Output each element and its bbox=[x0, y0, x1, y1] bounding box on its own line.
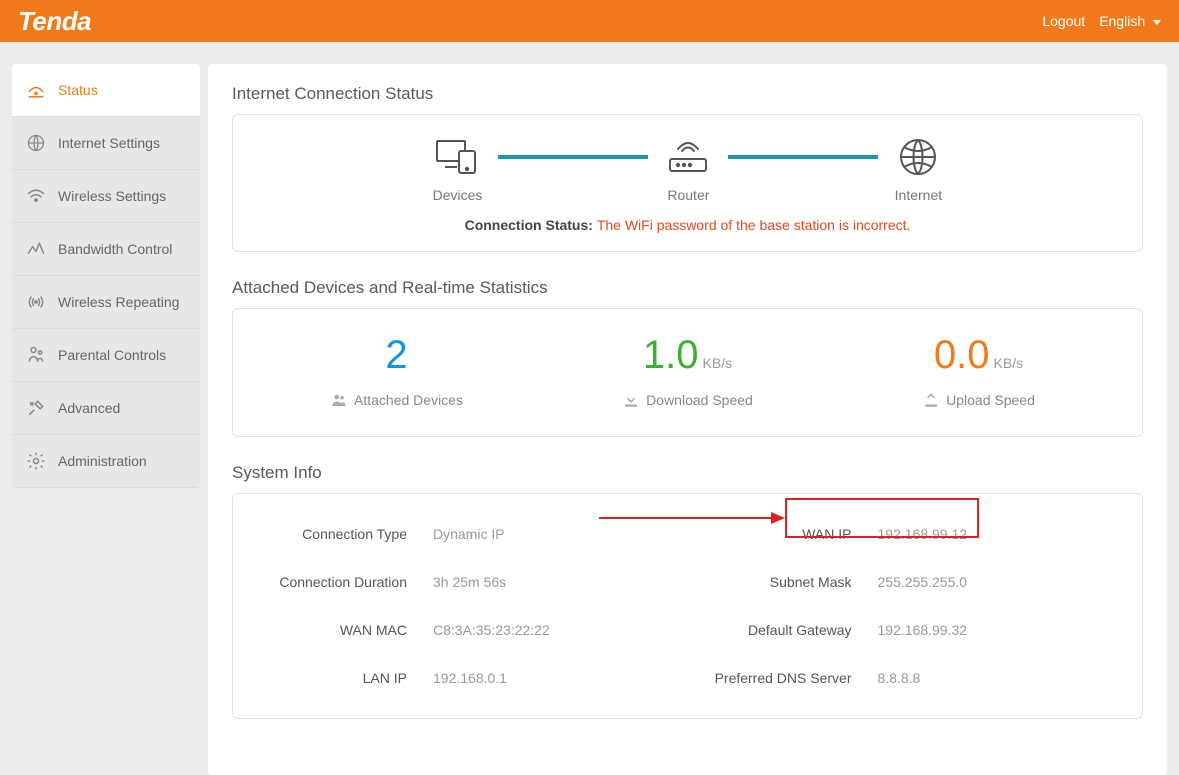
info-pair-connection-type: Connection Type Dynamic IP bbox=[243, 510, 688, 558]
section-title-stats: Attached Devices and Real-time Statistic… bbox=[232, 278, 1143, 298]
stat-up-unit: KB/s bbox=[994, 355, 1024, 371]
sidebar-item-label: Status bbox=[58, 82, 98, 98]
info-value: 192.168.99.32 bbox=[878, 622, 968, 638]
sidebar-item-wireless-repeating[interactable]: Wireless Repeating bbox=[12, 276, 200, 329]
bandwidth-icon bbox=[26, 239, 46, 259]
info-value: Dynamic IP bbox=[433, 526, 505, 542]
info-label: Subnet Mask bbox=[688, 574, 878, 590]
stat-download-speed: 1.0KB/s Download Speed bbox=[542, 335, 833, 414]
sidebar-item-label: Bandwidth Control bbox=[58, 241, 172, 257]
content-wrap: Status Internet Settings Wireless Settin… bbox=[0, 42, 1179, 775]
info-label: WAN MAC bbox=[243, 622, 433, 638]
stat-attached-label: Attached Devices bbox=[354, 392, 463, 408]
section-title-connection: Internet Connection Status bbox=[232, 84, 1143, 104]
info-value: 192.168.0.1 bbox=[433, 670, 507, 686]
diagram-node-router: Router bbox=[664, 137, 712, 203]
connection-diagram: Devices Router Internet bbox=[251, 137, 1124, 203]
stat-up-label: Upload Speed bbox=[946, 392, 1035, 408]
stat-attached-devices[interactable]: 2 Attached Devices bbox=[251, 335, 542, 414]
sidebar-item-internet-settings[interactable]: Internet Settings bbox=[12, 117, 200, 170]
top-bar: Tenda Logout English bbox=[0, 0, 1179, 42]
info-row: Connection Duration 3h 25m 56s Subnet Ma… bbox=[243, 558, 1132, 606]
info-value: 255.255.255.0 bbox=[878, 574, 968, 590]
panel-connection-status: Devices Router Internet bbox=[232, 114, 1143, 252]
sidebar-item-label: Parental Controls bbox=[58, 347, 166, 363]
sidebar-item-label: Internet Settings bbox=[58, 135, 160, 151]
internet-globe-icon bbox=[894, 137, 942, 177]
logout-link[interactable]: Logout bbox=[1042, 13, 1085, 29]
info-row: LAN IP 192.168.0.1 Preferred DNS Server … bbox=[243, 654, 1132, 702]
info-pair-connection-duration: Connection Duration 3h 25m 56s bbox=[243, 558, 688, 606]
info-value: 8.8.8.8 bbox=[878, 670, 921, 686]
info-value: 3h 25m 56s bbox=[433, 574, 506, 590]
gear-icon bbox=[26, 451, 46, 471]
main-content: Internet Connection Status Devices R bbox=[208, 64, 1167, 775]
stat-down-unit: KB/s bbox=[703, 355, 733, 371]
info-pair-preferred-dns: Preferred DNS Server 8.8.8.8 bbox=[688, 654, 1133, 702]
diagram-node-internet: Internet bbox=[894, 137, 942, 203]
stat-down-value: 1.0 bbox=[643, 333, 699, 377]
brand-logo: Tenda bbox=[18, 6, 91, 37]
stat-up-value: 0.0 bbox=[934, 333, 990, 377]
language-selector[interactable]: English bbox=[1099, 13, 1161, 29]
caret-down-icon bbox=[1153, 20, 1161, 25]
diagram-node-devices: Devices bbox=[433, 137, 483, 203]
router-icon bbox=[664, 137, 712, 177]
connection-status-text: Connection Status: The WiFi password of … bbox=[251, 217, 1124, 233]
parental-icon bbox=[26, 345, 46, 365]
section-title-sysinfo: System Info bbox=[232, 463, 1143, 483]
info-pair-subnet-mask: Subnet Mask 255.255.255.0 bbox=[688, 558, 1133, 606]
info-row: WAN MAC C8:3A:35:23:22:22 Default Gatewa… bbox=[243, 606, 1132, 654]
info-value: C8:3A:35:23:22:22 bbox=[433, 622, 550, 638]
info-label: WAN IP bbox=[688, 526, 878, 542]
info-label: Connection Type bbox=[243, 526, 433, 542]
info-pair-wan-ip: WAN IP 192.168.99.12 bbox=[688, 510, 1133, 558]
sidebar-item-advanced[interactable]: Advanced bbox=[12, 382, 200, 435]
info-label: Connection Duration bbox=[243, 574, 433, 590]
stat-attached-value: 2 bbox=[385, 333, 407, 377]
connection-status-error: The WiFi password of the base station is… bbox=[597, 217, 911, 233]
sidebar-item-administration[interactable]: Administration bbox=[12, 435, 200, 488]
diagram-label-devices: Devices bbox=[433, 187, 483, 203]
diagram-label-router: Router bbox=[667, 187, 709, 203]
sidebar: Status Internet Settings Wireless Settin… bbox=[12, 64, 200, 488]
info-label: LAN IP bbox=[243, 670, 433, 686]
language-label: English bbox=[1099, 13, 1145, 29]
sidebar-item-label: Wireless Settings bbox=[58, 188, 166, 204]
devices-icon bbox=[433, 137, 481, 177]
info-label: Default Gateway bbox=[688, 622, 878, 638]
sidebar-item-bandwidth-control[interactable]: Bandwidth Control bbox=[12, 223, 200, 276]
sidebar-item-label: Administration bbox=[58, 453, 147, 469]
status-icon bbox=[26, 80, 46, 100]
sidebar-item-parental-controls[interactable]: Parental Controls bbox=[12, 329, 200, 382]
wifi-icon bbox=[26, 186, 46, 206]
diagram-link-1 bbox=[498, 155, 648, 159]
globe-icon bbox=[26, 133, 46, 153]
sidebar-item-wireless-settings[interactable]: Wireless Settings bbox=[12, 170, 200, 223]
panel-system-info: Connection Type Dynamic IP WAN IP 192.16… bbox=[232, 493, 1143, 719]
stat-down-label: Download Speed bbox=[646, 392, 753, 408]
info-pair-wan-mac: WAN MAC C8:3A:35:23:22:22 bbox=[243, 606, 688, 654]
panel-stats: 2 Attached Devices 1.0KB/s Download Spee… bbox=[232, 308, 1143, 437]
info-pair-lan-ip: LAN IP 192.168.0.1 bbox=[243, 654, 688, 702]
info-pair-default-gateway: Default Gateway 192.168.99.32 bbox=[688, 606, 1133, 654]
connection-status-prefix: Connection Status: bbox=[465, 217, 597, 233]
diagram-label-internet: Internet bbox=[895, 187, 942, 203]
info-row: Connection Type Dynamic IP WAN IP 192.16… bbox=[243, 510, 1132, 558]
sidebar-item-label: Advanced bbox=[58, 400, 120, 416]
info-label: Preferred DNS Server bbox=[688, 670, 878, 686]
tools-icon bbox=[26, 398, 46, 418]
sidebar-item-label: Wireless Repeating bbox=[58, 294, 179, 310]
sidebar-item-status[interactable]: Status bbox=[12, 64, 200, 117]
stats-row: 2 Attached Devices 1.0KB/s Download Spee… bbox=[251, 325, 1124, 418]
stat-upload-speed: 0.0KB/s Upload Speed bbox=[833, 335, 1124, 414]
repeating-icon bbox=[26, 292, 46, 312]
top-right-nav: Logout English bbox=[1042, 13, 1161, 29]
info-value: 192.168.99.12 bbox=[878, 526, 968, 542]
download-icon bbox=[622, 391, 640, 409]
diagram-link-2 bbox=[728, 155, 878, 159]
upload-icon bbox=[922, 391, 940, 409]
users-icon bbox=[330, 391, 348, 409]
